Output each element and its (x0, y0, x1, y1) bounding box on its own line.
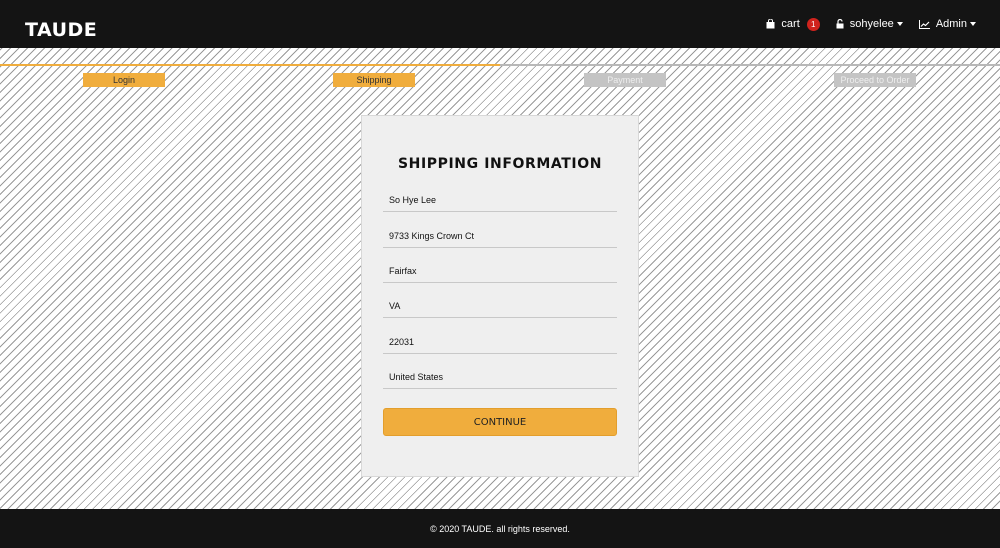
step-payment-label: Payment (607, 75, 643, 85)
city-field-wrapper (383, 259, 617, 283)
country-input[interactable] (383, 365, 617, 388)
name-field-wrapper (383, 188, 617, 212)
step-payment: Payment (584, 73, 666, 87)
checkout-progress-bar (0, 64, 1000, 66)
admin-label: Admin (935, 18, 967, 30)
name-input[interactable] (383, 188, 617, 211)
state-input[interactable] (383, 294, 617, 317)
checkout-progress-fill (0, 64, 500, 66)
cart-link[interactable]: cart 1 (766, 17, 820, 31)
chevron-down-icon (970, 22, 976, 26)
step-login-label: Login (112, 75, 136, 85)
shopping-bag-icon (766, 19, 775, 29)
chevron-down-icon (896, 22, 903, 26)
user-label: sohyelee (849, 18, 894, 30)
continue-button[interactable]: CONTINUE (383, 408, 617, 436)
state-field-wrapper (383, 294, 617, 318)
step-login[interactable]: Login (83, 73, 165, 87)
cart-count-badge: 1 (806, 17, 820, 31)
postal-code-field-wrapper (383, 330, 617, 354)
step-shipping-label: Shipping (356, 75, 392, 85)
country-field-wrapper (383, 365, 617, 389)
lock-icon (836, 19, 844, 29)
step-shipping[interactable]: Shipping (333, 73, 415, 87)
form-title: SHIPPING INFORMATION (397, 156, 603, 172)
footer: © 2020 TAUDE. all rights reserved. (0, 509, 1000, 548)
brand-logo[interactable]: TAUDE (25, 19, 97, 41)
address-input[interactable] (383, 224, 617, 247)
chart-line-icon (918, 19, 930, 29)
shipping-form-card: SHIPPING INFORMATION CONTINUE (361, 115, 639, 477)
city-input[interactable] (383, 259, 617, 282)
postal-code-input[interactable] (383, 330, 617, 353)
step-proceed-to-order-label: Proceed to Order (840, 75, 910, 85)
navbar: TAUDE cart 1 sohyelee Admin (0, 0, 1000, 48)
nav-right: cart 1 sohyelee Admin (750, 0, 976, 48)
copyright-text: © 2020 TAUDE. all rights reserved. (430, 523, 570, 534)
step-proceed-to-order: Proceed to Order (834, 73, 916, 87)
cart-label: cart (781, 18, 800, 30)
user-menu[interactable]: sohyelee (836, 18, 903, 30)
address-field-wrapper (383, 224, 617, 248)
admin-menu[interactable]: Admin (918, 18, 976, 30)
